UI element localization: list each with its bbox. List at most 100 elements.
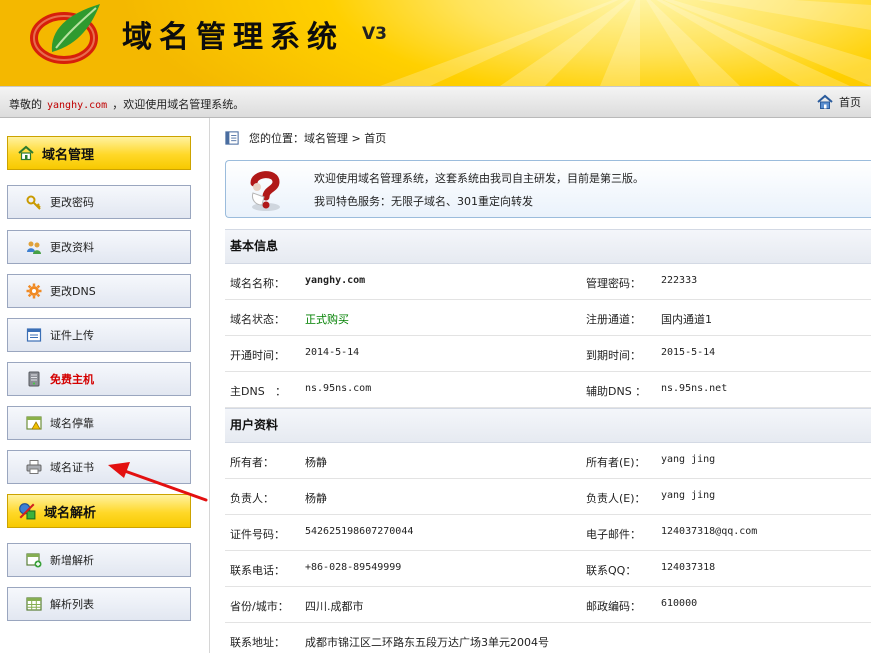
field-label: 注册通道： bbox=[586, 313, 641, 326]
field-label: 负责人： bbox=[230, 492, 274, 505]
field-label: 到期时间： bbox=[586, 349, 641, 362]
field-label: 联系QQ： bbox=[586, 564, 637, 577]
house-icon bbox=[18, 145, 34, 161]
manage-password-value: 222333 bbox=[661, 275, 698, 286]
sidebar-item-change-dns[interactable]: 更改DNS bbox=[7, 274, 191, 308]
address-value: 成都市锦江区二环路东五段万达广场3单元2004号 bbox=[305, 636, 549, 649]
domain-status-value: 正式购买 bbox=[305, 313, 349, 326]
notice-line-1: 欢迎使用域名管理系统，这套系统由我司自主研发，目前是第三版。 bbox=[314, 172, 644, 185]
header-banner: 域名管理系统 V3 bbox=[0, 0, 871, 86]
expire-date-value: 2015-5-14 bbox=[661, 347, 716, 358]
breadcrumb: 您的位置：域名管理 > 首页 bbox=[225, 130, 386, 146]
welcome-suffix: ，欢迎使用域名管理系统。 bbox=[112, 98, 245, 111]
email-value: 124037318@qq.com bbox=[661, 526, 758, 537]
table-row: 联系地址： 成都市锦江区二环路东五段万达广场3单元2004号 bbox=[225, 623, 871, 659]
welcome-prefix: 尊敬的 bbox=[9, 98, 42, 111]
document-icon bbox=[26, 328, 42, 342]
leaf-logo-icon bbox=[30, 4, 100, 64]
sidebar-item-add-resolve[interactable]: 新增解析 bbox=[7, 543, 191, 577]
field-label: 域名状态： bbox=[230, 313, 285, 326]
field-label: 电子邮件： bbox=[586, 528, 641, 541]
user-info-title: 用户资料 bbox=[225, 408, 871, 443]
sidebar-item-label: 证件上传 bbox=[50, 329, 94, 342]
field-label: 主DNS ： bbox=[230, 385, 287, 398]
section-label: 域名管理 bbox=[42, 147, 95, 163]
table-row: 省份/城市： 四川.成都市 邮政编码： 610000 bbox=[225, 587, 871, 623]
table-row: 域名状态： 正式购买 注册通道： 国内通道1 bbox=[225, 300, 871, 336]
postal-code-value: 610000 bbox=[661, 598, 698, 609]
page-icon bbox=[225, 131, 239, 145]
breadcrumb-text: 您的位置：域名管理 > 首页 bbox=[249, 132, 387, 145]
gear-icon bbox=[26, 283, 42, 299]
field-label: 联系地址： bbox=[230, 636, 285, 649]
notice-box: 欢迎使用域名管理系统，这套系统由我司自主研发，目前是第三版。 我司特色服务：无限… bbox=[225, 160, 871, 218]
sidebar-item-label: 新增解析 bbox=[50, 554, 94, 567]
welcome-domain: yanghy.com bbox=[47, 100, 108, 111]
sidebar-item-resolve-list[interactable]: 解析列表 bbox=[7, 587, 191, 621]
notice-line-2: 我司特色服务：无限子域名、301重定向转发 bbox=[314, 195, 533, 208]
house-icon bbox=[817, 94, 833, 109]
sidebar-item-domain-certificate[interactable]: 域名证书 bbox=[7, 450, 191, 484]
field-label: 联系电话： bbox=[230, 564, 285, 577]
sidebar-item-label: 更改DNS bbox=[50, 285, 96, 298]
sidebar-item-change-profile[interactable]: 更改资料 bbox=[7, 230, 191, 264]
sidebar-item-domain-parking[interactable]: 域名停靠 bbox=[7, 406, 191, 440]
sidebar-item-label: 解析列表 bbox=[50, 598, 94, 611]
sidebar: 域名管理 更改密码 更改资料 更改DNS 证件上传 免费主机 域名停靠 域名证书… bbox=[0, 118, 210, 653]
sidebar-item-label: 域名停靠 bbox=[50, 417, 94, 430]
sidebar-item-upload-id[interactable]: 证件上传 bbox=[7, 318, 191, 352]
welcome-bar: 尊敬的 yanghy.com ，欢迎使用域名管理系统。 首页 bbox=[0, 86, 871, 118]
sidebar-item-change-password[interactable]: 更改密码 bbox=[7, 185, 191, 219]
basic-info-table: 基本信息 域名名称： yanghy.com 管理密码： 222333 域名状态：… bbox=[225, 229, 871, 659]
sidebar-item-label: 免费主机 bbox=[50, 373, 94, 386]
users-icon bbox=[27, 241, 41, 254]
add-window-icon bbox=[26, 553, 42, 568]
sidebar-section-domain-manage[interactable]: 域名管理 bbox=[7, 136, 191, 170]
section-label: 域名解析 bbox=[44, 505, 97, 521]
printer-icon bbox=[26, 460, 42, 474]
sidebar-item-label: 更改密码 bbox=[50, 196, 94, 209]
analysis-icon bbox=[19, 503, 36, 520]
secondary-dns-value: ns.95ns.net bbox=[661, 383, 728, 394]
main-content: 您的位置：域名管理 > 首页 欢迎使用域名管理系统，这套系统由我司自主研发，目前… bbox=[211, 118, 871, 653]
server-icon bbox=[28, 371, 40, 387]
field-label: 所有者： bbox=[230, 456, 274, 469]
home-link[interactable]: 首页 bbox=[817, 94, 861, 110]
table-row: 域名名称： yanghy.com 管理密码： 222333 bbox=[225, 264, 871, 300]
field-label: 管理密码： bbox=[586, 277, 641, 290]
question-mark-icon bbox=[250, 171, 280, 211]
register-channel-value: 国内通道1 bbox=[661, 313, 712, 326]
field-label: 所有者(E)： bbox=[586, 456, 646, 469]
table-row: 负责人： 杨静 负责人(E)： yang jing bbox=[225, 479, 871, 515]
field-label: 域名名称： bbox=[230, 277, 285, 290]
field-label: 辅助DNS ： bbox=[586, 385, 647, 398]
field-label: 省份/城市： bbox=[230, 600, 289, 613]
table-row: 主DNS ： ns.95ns.com 辅助DNS ： ns.95ns.net bbox=[225, 372, 871, 408]
province-city-value: 四川.成都市 bbox=[305, 600, 364, 613]
contact-person-en-value: yang jing bbox=[661, 490, 716, 501]
sidebar-item-label: 域名证书 bbox=[50, 461, 94, 474]
welcome-text: 尊敬的 yanghy.com ，欢迎使用域名管理系统。 bbox=[9, 96, 244, 112]
phone-value: +86-028-89549999 bbox=[305, 562, 402, 573]
field-label: 开通时间： bbox=[230, 349, 285, 362]
id-number-value: 542625198607270044 bbox=[305, 526, 414, 537]
owner-en-value: yang jing bbox=[661, 454, 716, 465]
open-date-value: 2014-5-14 bbox=[305, 347, 360, 358]
domain-name-value: yanghy.com bbox=[305, 275, 366, 286]
primary-dns-value: ns.95ns.com bbox=[305, 383, 372, 394]
owner-value: 杨静 bbox=[305, 456, 327, 469]
sidebar-item-label: 更改资料 bbox=[50, 241, 94, 254]
system-title: 域名管理系统 bbox=[122, 20, 344, 55]
key-icon bbox=[26, 195, 41, 210]
qq-value: 124037318 bbox=[661, 562, 716, 573]
system-version: V3 bbox=[362, 24, 387, 44]
basic-info-title: 基本信息 bbox=[225, 229, 871, 264]
sidebar-item-free-host[interactable]: 免费主机 bbox=[7, 362, 191, 396]
table-row: 联系电话： +86-028-89549999 联系QQ： 124037318 bbox=[225, 551, 871, 587]
table-row: 开通时间： 2014-5-14 到期时间： 2015-5-14 bbox=[225, 336, 871, 372]
field-label: 证件号码： bbox=[230, 528, 285, 541]
sidebar-section-domain-resolve[interactable]: 域名解析 bbox=[7, 494, 191, 528]
home-link-label: 首页 bbox=[839, 96, 861, 109]
field-label: 邮政编码： bbox=[586, 600, 641, 613]
warning-window-icon bbox=[26, 416, 42, 430]
